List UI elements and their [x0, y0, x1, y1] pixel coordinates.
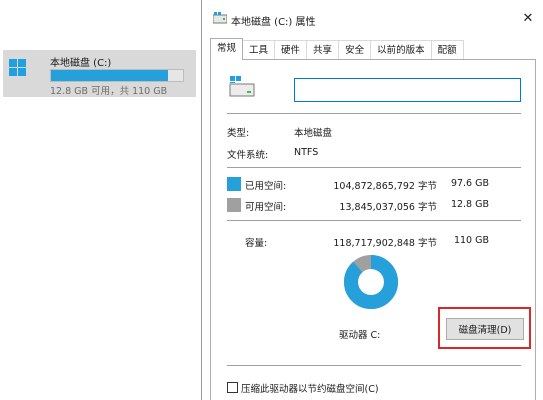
type-value: 本地磁盘 [294, 128, 333, 139]
free-space-bytes: 13,845,037,056 字节 [339, 202, 437, 213]
separator [227, 167, 521, 168]
free-space-label: 可用空间: [245, 202, 287, 213]
pie-chart [344, 255, 398, 309]
general-tab-panel: 类型: 本地磁盘 文件系统: NTFS 已用空间: 104,872,865,79… [210, 59, 536, 400]
drive-usage-fill [51, 70, 168, 81]
free-space-swatch [227, 198, 241, 212]
tab-previous-versions[interactable]: 以前的版本 [370, 40, 432, 60]
capacity-label: 容量: [245, 238, 268, 249]
drive-letter-label: 驱动器 C: [339, 330, 381, 341]
drive-icon [213, 12, 227, 24]
drive-capacity-text: 12.8 GB 可用，共 110 GB [50, 86, 168, 97]
windows-logo-icon [9, 59, 26, 76]
close-icon[interactable]: ✕ [520, 11, 536, 27]
separator [227, 365, 521, 366]
tab-general[interactable]: 常规 [210, 38, 244, 60]
tab-security[interactable]: 安全 [338, 40, 372, 60]
filesystem-label: 文件系统: [227, 150, 269, 161]
tab-bar: 常规 工具 硬件 共享 安全 以前的版本 配额 [210, 38, 464, 60]
drive-usage-bar [50, 69, 184, 82]
drive-tile-c[interactable]: 本地磁盘 (C:) 12.8 GB 可用，共 110 GB [3, 50, 196, 97]
drive-label-input[interactable] [294, 78, 521, 102]
tab-quota[interactable]: 配额 [430, 40, 464, 60]
filesystem-value: NTFS [294, 147, 319, 158]
capacity-size: 110 GB [453, 235, 489, 246]
windows-drive-icon [229, 76, 255, 97]
used-space-bytes: 104,872,865,792 字节 [333, 181, 437, 192]
separator [227, 220, 521, 221]
properties-dialog: 本地磁盘 (C:) 属性 ✕ 常规 工具 硬件 共享 安全 以前的版本 配额 类… [201, 0, 543, 400]
dialog-title: 本地磁盘 (C:) 属性 [231, 17, 316, 28]
free-space-size: 12.8 GB [450, 199, 489, 210]
compress-drive-checkbox[interactable] [227, 382, 238, 393]
capacity-bytes: 118,717,902,848 字节 [333, 238, 437, 249]
tab-sharing[interactable]: 共享 [306, 40, 340, 60]
used-space-label: 已用空间: [245, 181, 287, 192]
tab-tools[interactable]: 工具 [242, 40, 276, 60]
drive-name: 本地磁盘 (C:) [50, 58, 112, 69]
used-space-swatch [227, 177, 241, 191]
dialog-titlebar[interactable]: 本地磁盘 (C:) 属性 ✕ [202, 0, 543, 38]
pie-used-slice [344, 255, 398, 309]
disk-cleanup-button[interactable]: 磁盘清理(D) [446, 318, 524, 340]
separator [227, 113, 521, 114]
type-label: 类型: [227, 128, 250, 139]
tab-hardware[interactable]: 硬件 [274, 40, 308, 60]
compress-drive-label[interactable]: 压缩此驱动器以节约磁盘空间(C) [241, 381, 379, 395]
used-space-size: 97.6 GB [450, 178, 489, 189]
